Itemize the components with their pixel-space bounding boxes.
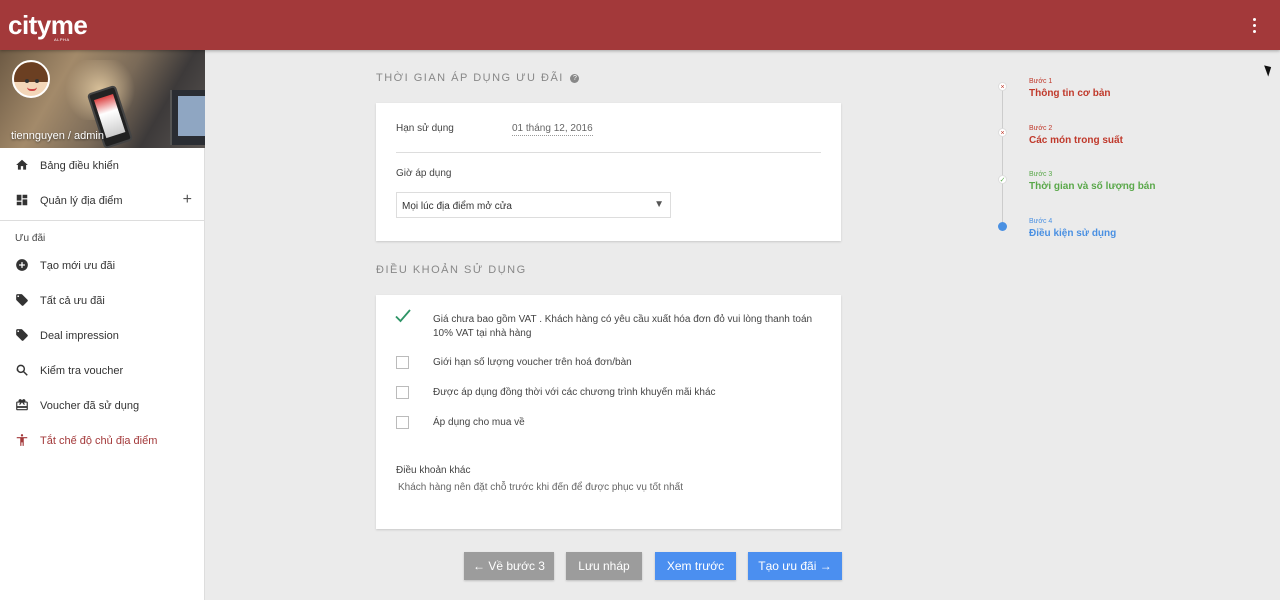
terms-card: Giá chưa bao gồm VAT . Khách hàng có yêu…	[376, 295, 841, 529]
avatar[interactable]	[12, 60, 50, 98]
step-1-title[interactable]: Thông tin cơ bản	[1029, 88, 1111, 99]
term-checkbox[interactable]	[396, 356, 409, 369]
sidebar-item-label: Tạo mới ưu đãi	[40, 259, 116, 272]
search-icon	[16, 364, 28, 376]
stepper-line	[1002, 86, 1003, 226]
sidebar-item-all-deals[interactable]: Tất cả ưu đãi	[0, 283, 204, 318]
step-1-number: Bước 1	[1029, 78, 1053, 85]
home-icon	[16, 159, 28, 170]
mouse-cursor-icon	[1264, 63, 1274, 77]
save-draft-button[interactable]: Lưu nháp	[566, 552, 642, 580]
profile-username[interactable]: tiennguyen / admin	[11, 130, 104, 142]
sidebar-item-label: Tắt chế độ chủ địa điểm	[40, 434, 158, 447]
sidebar-item-label: Voucher đã sử dụng	[40, 399, 140, 412]
accessibility-icon	[16, 434, 28, 446]
sidebar: tiennguyen / admin Bảng điều khiển Quản …	[0, 50, 205, 600]
time-section-title: THỜI GIAN ÁP DỤNG ƯU ĐÃI ?	[376, 72, 580, 84]
other-terms-label: Điều khoản khác	[396, 465, 471, 476]
step-3-number: Bước 3	[1029, 171, 1053, 178]
back-step-button[interactable]: ← Về bước 3	[464, 552, 554, 580]
step-2-done-icon: ×	[998, 128, 1007, 137]
step-4-title[interactable]: Điều kiện sử dụng	[1029, 228, 1116, 239]
sidebar-item-used-vouchers[interactable]: Voucher đã sử dụng	[0, 388, 204, 423]
top-app-bar: cityme ALPHA	[0, 0, 1280, 50]
dashboard-icon	[16, 194, 28, 206]
sidebar-item-label: Deal impression	[40, 329, 119, 342]
term-text: Giá chưa bao gồm VAT . Khách hàng có yêu…	[433, 314, 813, 339]
redeem-icon	[16, 399, 28, 411]
step-2-number: Bước 2	[1029, 125, 1053, 132]
step-2-title[interactable]: Các món trong suất	[1029, 135, 1123, 146]
expiry-label: Hạn sử dụng	[396, 123, 454, 134]
hours-select[interactable]: Mọi lúc địa điểm mở cửa ▼	[396, 192, 671, 218]
tag-icon	[16, 294, 28, 306]
hours-label: Giờ áp dụng	[396, 168, 452, 179]
preview-button[interactable]: Xem trước	[655, 552, 736, 580]
term-checkbox[interactable]	[396, 416, 409, 429]
add-place-icon[interactable]: +	[183, 191, 192, 209]
step-3-check-icon: ✓	[998, 175, 1007, 184]
more-menu-icon[interactable]	[1244, 14, 1264, 36]
term-checkbox[interactable]	[396, 386, 409, 399]
term-text: Được áp dụng đồng thời với các chương tr…	[433, 387, 716, 398]
step-4-number: Bước 4	[1029, 218, 1053, 225]
app-logo[interactable]: cityme	[8, 10, 88, 41]
sidebar-item-label: Tất cả ưu đãi	[40, 294, 105, 307]
sidebar-item-label: Kiểm tra voucher	[40, 364, 124, 377]
step-3-title[interactable]: Thời gian và số lượng bán	[1029, 181, 1155, 192]
create-deal-button[interactable]: Tạo ưu đãi →	[748, 552, 842, 580]
sidebar-section-label: Ưu đãi	[15, 233, 46, 244]
sidebar-item-label: Bảng điều khiển	[40, 159, 119, 172]
step-4-current-icon	[998, 222, 1007, 231]
sidebar-item-deal-impression[interactable]: Deal impression	[0, 318, 204, 353]
add-circle-icon	[16, 259, 28, 271]
hours-select-value: Mọi lúc địa điểm mở cửa	[402, 201, 512, 212]
term-text: Áp dụng cho mua về	[433, 417, 525, 428]
sidebar-item-create-deal[interactable]: Tạo mới ưu đãi	[0, 248, 204, 283]
sidebar-item-manage-places[interactable]: Quản lý địa điểm +	[0, 183, 204, 218]
field-divider	[396, 152, 821, 153]
help-icon[interactable]: ?	[570, 74, 580, 83]
term-text: Giới hạn số lượng voucher trên hoá đơn/b…	[433, 357, 632, 368]
sidebar-item-dashboard[interactable]: Bảng điều khiển	[0, 148, 204, 183]
profile-cover: tiennguyen / admin	[0, 50, 205, 148]
checkmark-icon[interactable]	[394, 307, 412, 325]
sidebar-item-disable-owner-mode[interactable]: Tắt chế độ chủ địa điểm	[0, 423, 204, 458]
sidebar-item-check-voucher[interactable]: Kiểm tra voucher	[0, 353, 204, 388]
tag-icon	[16, 329, 28, 341]
sidebar-item-label: Quản lý địa điểm	[40, 194, 123, 207]
app-logo-subtitle: ALPHA	[54, 37, 70, 42]
expiry-date-field[interactable]: 01 tháng 12, 2016	[512, 123, 593, 136]
terms-section-title: ĐIỀU KHOẢN SỬ DỤNG	[376, 264, 527, 276]
time-settings-card: Hạn sử dụng 01 tháng 12, 2016 Giờ áp dụn…	[376, 103, 841, 241]
other-terms-field[interactable]: Khách hàng nên đặt chỗ trước khi đến để …	[398, 482, 683, 493]
dropdown-arrow-icon: ▼	[654, 199, 664, 210]
step-1-done-icon: ×	[998, 82, 1007, 91]
